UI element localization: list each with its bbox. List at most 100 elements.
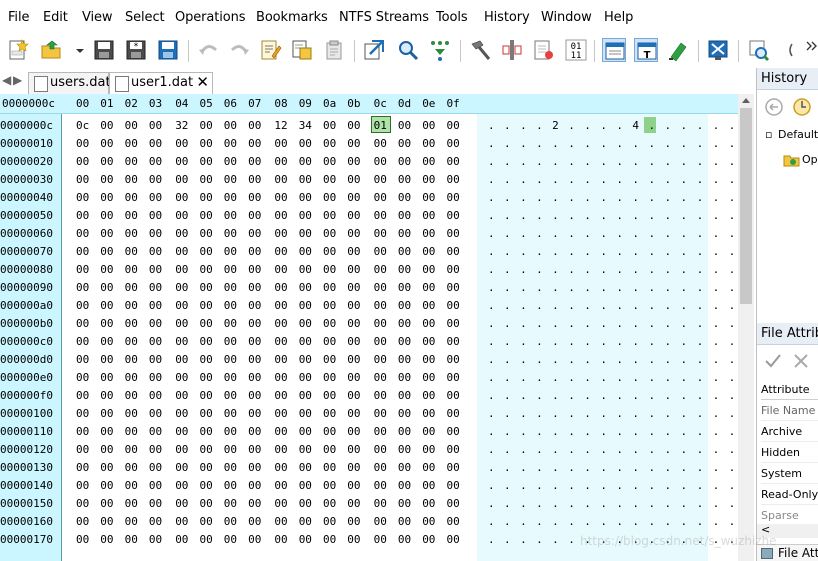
- hex-byte[interactable]: 00: [224, 227, 237, 240]
- hex-byte[interactable]: 00: [398, 479, 411, 492]
- hex-byte[interactable]: 00: [125, 407, 138, 420]
- goto-icon[interactable]: [362, 38, 386, 62]
- hex-byte[interactable]: 00: [200, 227, 213, 240]
- hex-byte[interactable]: 00: [100, 407, 113, 420]
- hex-byte[interactable]: 00: [149, 497, 162, 510]
- hex-byte[interactable]: 00: [76, 281, 89, 294]
- dropdown-icon[interactable]: [68, 38, 84, 62]
- tab-close-icon[interactable]: ✕: [196, 73, 209, 91]
- hex-byte[interactable]: 00: [398, 335, 411, 348]
- hex-byte[interactable]: 00: [274, 209, 287, 222]
- hex-byte[interactable]: 00: [100, 389, 113, 402]
- hex-byte[interactable]: 00: [374, 263, 387, 276]
- hex-byte[interactable]: 00: [398, 263, 411, 276]
- hex-byte[interactable]: 00: [323, 227, 336, 240]
- hex-byte[interactable]: 00: [248, 389, 261, 402]
- menu-ntfs-streams[interactable]: NTFS Streams: [339, 10, 429, 25]
- hex-byte[interactable]: 00: [149, 461, 162, 474]
- hex-byte[interactable]: 00: [447, 137, 460, 150]
- hex-byte[interactable]: 00: [125, 479, 138, 492]
- open-file-icon[interactable]: [40, 38, 64, 62]
- hex-byte[interactable]: 00: [76, 533, 89, 546]
- mark-icon[interactable]: [500, 38, 524, 62]
- hex-byte[interactable]: 00: [447, 227, 460, 240]
- hex-byte[interactable]: 00: [447, 515, 460, 528]
- hex-byte[interactable]: 00: [274, 281, 287, 294]
- hex-byte[interactable]: 00: [100, 317, 113, 330]
- hex-byte[interactable]: 00: [447, 353, 460, 366]
- hex-byte[interactable]: 00: [248, 155, 261, 168]
- hex-byte[interactable]: 00: [422, 119, 435, 132]
- hex-byte[interactable]: 00: [248, 353, 261, 366]
- hex-byte[interactable]: 00: [447, 245, 460, 258]
- text-column[interactable]: . . . . 2 . . . . 4 . . . . . . . . . . .…: [477, 114, 735, 561]
- hex-byte[interactable]: 00: [447, 119, 460, 132]
- hex-byte[interactable]: 00: [274, 227, 287, 240]
- hex-byte[interactable]: 00: [100, 173, 113, 186]
- hex-byte[interactable]: 00: [299, 263, 312, 276]
- hex-byte[interactable]: 00: [447, 479, 460, 492]
- hex-byte[interactable]: 00: [125, 371, 138, 384]
- hex-byte[interactable]: 00: [175, 245, 188, 258]
- hex-byte[interactable]: 00: [200, 137, 213, 150]
- hex-byte[interactable]: 00: [125, 443, 138, 456]
- hex-byte[interactable]: 00: [274, 461, 287, 474]
- find-next-icon[interactable]: [428, 38, 452, 62]
- hex-byte[interactable]: 00: [200, 353, 213, 366]
- hex-byte[interactable]: 00: [248, 281, 261, 294]
- hex-byte[interactable]: 00: [374, 281, 387, 294]
- hex-byte[interactable]: 00: [175, 191, 188, 204]
- hex-byte[interactable]: 00: [299, 191, 312, 204]
- hex-byte[interactable]: 00: [447, 299, 460, 312]
- hex-byte[interactable]: 00: [76, 443, 89, 456]
- hex-byte[interactable]: 00: [200, 389, 213, 402]
- hex-byte[interactable]: 00: [248, 137, 261, 150]
- save-icon[interactable]: [92, 38, 116, 62]
- hex-byte[interactable]: 00: [224, 479, 237, 492]
- hex-byte[interactable]: 00: [200, 173, 213, 186]
- hex-byte[interactable]: 00: [224, 497, 237, 510]
- menu-bookmarks[interactable]: Bookmarks: [256, 10, 328, 25]
- hex-byte[interactable]: 00: [125, 461, 138, 474]
- row-text[interactable]: . . . . . . . . . . . . . . . .: [488, 299, 737, 312]
- hex-byte[interactable]: 00: [149, 371, 162, 384]
- hex-byte[interactable]: 00: [149, 425, 162, 438]
- hex-byte[interactable]: 00: [347, 389, 360, 402]
- check-icon[interactable]: [763, 351, 783, 371]
- save-all-icon[interactable]: [156, 38, 180, 62]
- hex-byte[interactable]: 00: [398, 281, 411, 294]
- hex-byte[interactable]: 00: [100, 461, 113, 474]
- hex-byte[interactable]: 00: [274, 533, 287, 546]
- hex-byte[interactable]: 00: [347, 299, 360, 312]
- hex-byte[interactable]: 00: [175, 461, 188, 474]
- hex-byte[interactable]: 00: [422, 263, 435, 276]
- hex-byte[interactable]: 00: [248, 371, 261, 384]
- hex-byte[interactable]: 00: [398, 443, 411, 456]
- hex-byte[interactable]: 00: [200, 245, 213, 258]
- hex-byte[interactable]: 00: [248, 227, 261, 240]
- hex-byte[interactable]: 00: [175, 515, 188, 528]
- hex-byte[interactable]: 00: [299, 245, 312, 258]
- hex-byte[interactable]: 00: [200, 515, 213, 528]
- row-text[interactable]: . . . . . . . . . . . . . . . .: [488, 317, 737, 330]
- hex-byte[interactable]: 00: [100, 263, 113, 276]
- row-text[interactable]: . . . . . . . . . . . . . . . .: [488, 479, 737, 492]
- hex-byte[interactable]: 00: [398, 137, 411, 150]
- hex-byte[interactable]: 00: [248, 443, 261, 456]
- hex-byte[interactable]: 00: [76, 353, 89, 366]
- hex-byte[interactable]: 00: [274, 263, 287, 276]
- hex-byte[interactable]: 00: [175, 317, 188, 330]
- hex-byte[interactable]: 00: [125, 353, 138, 366]
- hex-byte[interactable]: 00: [200, 407, 213, 420]
- hex-byte[interactable]: 00: [224, 353, 237, 366]
- save-as-icon[interactable]: *: [124, 38, 148, 62]
- hex-byte[interactable]: 00: [125, 173, 138, 186]
- attr-hidden[interactable]: Hidden: [761, 443, 818, 463]
- hex-byte[interactable]: 00: [374, 245, 387, 258]
- hex-byte[interactable]: 00: [224, 461, 237, 474]
- tab-user1-dat[interactable]: user1.dat ✕: [109, 72, 213, 94]
- hex-byte[interactable]: 00: [100, 443, 113, 456]
- hex-byte[interactable]: 00: [200, 443, 213, 456]
- chevron-right-icon[interactable]: [800, 38, 817, 62]
- hex-byte[interactable]: 00: [175, 137, 188, 150]
